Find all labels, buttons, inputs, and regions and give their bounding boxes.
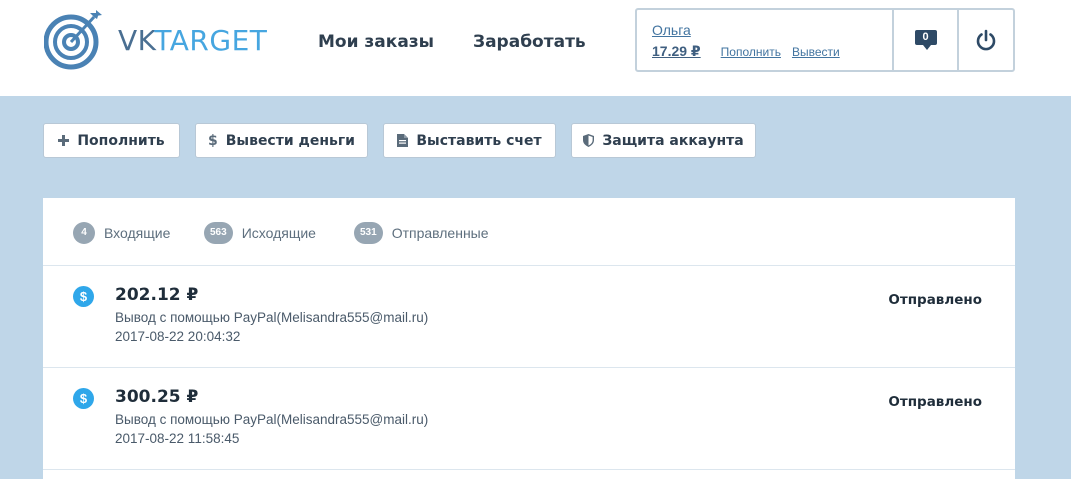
withdraw-button-label: Вывести деньги [225,132,355,149]
user-name-link[interactable]: Ольга [652,22,691,38]
user-balance[interactable]: 17.29 ₽ [652,43,701,60]
transaction-date: 2017-08-22 11:58:45 [115,431,240,446]
dollar-circle-icon: $ [73,388,94,409]
tab-outgoing[interactable]: 563 Исходящие [204,222,316,244]
document-icon [397,134,409,147]
tab-outgoing-label: Исходящие [241,225,316,241]
site-header: VKTARGET Мои заказы Заработать Ольга 17.… [0,0,1071,96]
transaction-row[interactable]: $ 202.12 ₽ Вывод с помощью PayPal(Melisa… [43,266,1015,368]
withdraw-money-button[interactable]: $ Вывести деньги [195,123,368,158]
transaction-status: Отправлено [888,292,982,308]
tab-incoming[interactable]: 4 Входящие [73,222,170,244]
withdraw-link[interactable]: Вывести [792,45,840,59]
transaction-description: Вывод с помощью PayPal(Melisandra555@mai… [115,412,429,427]
transaction-amount: 202.12 ₽ [115,285,199,305]
transaction-row[interactable]: $ 300.25 ₽ Вывод с помощью PayPal(Melisa… [43,368,1015,470]
incoming-count-badge: 4 [73,222,95,244]
transaction-description: Вывод с помощью PayPal(Melisandra555@mai… [115,310,429,325]
tab-incoming-label: Входящие [104,225,171,241]
logo-text: VKTARGET [118,23,268,57]
tab-sent-label: Отправленные [391,225,489,241]
invoice-button-label: Выставить счет [416,132,542,149]
nav-my-orders[interactable]: Мои заказы [318,32,434,52]
transaction-tabs: 4 Входящие 563 Исходящие 531 Отправленны… [43,198,1015,266]
topup-button-label: Пополнить [77,132,165,149]
shield-icon [583,134,595,147]
topup-link[interactable]: Пополнить [721,45,781,59]
transaction-date: 2017-08-22 20:04:32 [115,329,241,344]
dollar-circle-icon: $ [73,286,94,307]
chat-bubble-icon: 0 [914,29,937,50]
dollar-icon: $ [208,132,218,149]
topup-button[interactable]: Пополнить [43,123,180,158]
target-logo-icon [44,10,102,70]
transaction-status: Отправлено [888,394,982,410]
transaction-amount: 300.25 ₽ [115,387,199,407]
logo[interactable]: VKTARGET [44,10,267,70]
transactions-panel: 4 Входящие 563 Исходящие 531 Отправленны… [43,198,1015,479]
tab-sent[interactable]: 531 Отправленные [354,222,489,244]
plus-icon [58,135,70,146]
outgoing-count-badge: 563 [204,222,233,244]
nav-earn[interactable]: Заработать [473,32,586,52]
user-info: Ольга 17.29 ₽ Пополнить Вывести [637,10,894,70]
sent-count-badge: 531 [354,222,383,244]
invoice-button[interactable]: Выставить счет [383,123,556,158]
user-panel: Ольга 17.29 ₽ Пополнить Вывести 0 [635,8,1015,72]
protection-button-label: Защита аккаунта [602,132,744,149]
logout-button[interactable] [959,10,1013,70]
messages-count: 0 [922,30,929,43]
account-protection-button[interactable]: Защита аккаунта [571,123,756,158]
messages-button[interactable]: 0 [894,10,959,70]
power-icon [976,29,996,51]
